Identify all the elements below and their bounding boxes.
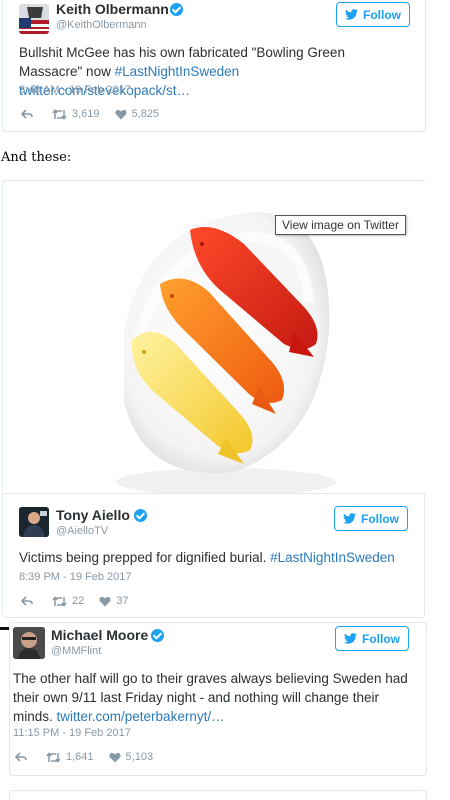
author-name[interactable]: Keith Olbermann — [56, 1, 169, 17]
tweet-link[interactable]: twitter.com/peterbakernyt/… — [57, 709, 225, 724]
twitter-bird-icon — [345, 9, 358, 20]
author-name[interactable]: Michael Moore — [51, 627, 148, 643]
retweet-button[interactable]: 22 — [52, 595, 84, 607]
reply-icon — [15, 752, 27, 762]
retweet-icon — [52, 595, 67, 607]
avatar[interactable] — [19, 507, 49, 537]
tweet-actions: 1,641 5,103 — [15, 751, 153, 763]
tweet-card-moore: Michael Moore @MMFlint Follow The other … — [9, 622, 427, 776]
author-handle[interactable]: @KeithOlbermann — [56, 19, 147, 31]
tweet-actions: 22 37 — [21, 595, 129, 607]
follow-label: Follow — [363, 7, 401, 22]
reply-icon — [21, 596, 33, 606]
tweet-card-aiello: View image on Twitter Tony Aiello @Aiell… — [2, 180, 425, 618]
retweet-count: 1,641 — [66, 751, 94, 763]
like-button[interactable]: 37 — [99, 595, 129, 607]
author-handle[interactable]: @MMFlint — [51, 645, 101, 657]
author-name[interactable]: Tony Aiello — [56, 507, 130, 523]
like-icon — [108, 752, 121, 762]
tweet-card-next — [9, 790, 427, 800]
follow-label: Follow — [361, 511, 399, 526]
tweet-timestamp[interactable]: 3:48 AM - 19 Feb 2017 — [19, 84, 131, 96]
like-count: 5,825 — [131, 108, 160, 120]
retweet-icon — [52, 108, 67, 120]
tweet-text-body: Victims being prepped for dignified buri… — [19, 550, 271, 565]
tweet-text: The other half will go to their graves a… — [13, 669, 413, 726]
verified-icon — [151, 629, 164, 642]
hashtag-link[interactable]: #LastNightInSweden — [270, 550, 395, 565]
like-count: 5,103 — [125, 751, 154, 763]
tweet-card-olbermann: Keith Olbermann @KeithOlbermann Follow B… — [2, 0, 426, 132]
avatar[interactable] — [19, 4, 49, 34]
reply-button[interactable] — [21, 109, 33, 119]
retweet-icon — [46, 751, 61, 763]
tweet-text: Victims being prepped for dignified buri… — [19, 548, 411, 567]
avatar[interactable] — [13, 627, 45, 659]
like-icon — [114, 109, 127, 119]
tweet-timestamp[interactable]: 11:15 PM - 19 Feb 2017 — [13, 727, 131, 739]
tweet-timestamp[interactable]: 8:39 PM - 19 Feb 2017 — [19, 571, 132, 583]
verified-icon — [134, 509, 147, 522]
author-handle[interactable]: @AielloTV — [56, 525, 108, 537]
tweet-actions: 3,619 5,825 — [21, 108, 159, 120]
reply-icon — [21, 109, 33, 119]
article-text: And these: — [1, 150, 72, 165]
retweet-button[interactable]: 3,619 — [52, 108, 100, 120]
follow-label: Follow — [362, 631, 400, 646]
like-icon — [99, 596, 111, 606]
follow-button[interactable]: Follow — [334, 506, 408, 531]
like-button[interactable]: 5,103 — [108, 751, 154, 763]
retweet-button[interactable]: 1,641 — [46, 751, 94, 763]
verified-icon — [170, 3, 183, 16]
retweet-count: 22 — [72, 595, 85, 607]
reply-button[interactable] — [15, 752, 27, 762]
like-count: 37 — [116, 595, 129, 607]
twitter-bird-icon — [343, 513, 356, 524]
twitter-bird-icon — [344, 633, 357, 644]
reply-button[interactable] — [21, 596, 33, 606]
retweet-count: 3,619 — [72, 108, 100, 120]
view-image-tooltip[interactable]: View image on Twitter — [275, 215, 406, 235]
follow-button[interactable]: Follow — [335, 626, 409, 651]
like-button[interactable]: 5,825 — [114, 108, 160, 120]
follow-button[interactable]: Follow — [336, 2, 410, 27]
